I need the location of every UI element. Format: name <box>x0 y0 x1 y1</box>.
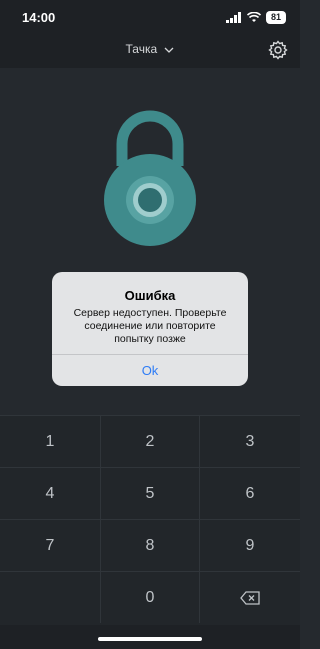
status-bar: 14:00 81 <box>0 0 300 34</box>
status-icons: 81 <box>226 10 286 24</box>
status-time: 14:00 <box>22 10 56 25</box>
gear-icon[interactable] <box>268 40 288 60</box>
alert-message: Сервер недоступен. Проверьте соединение … <box>73 307 227 345</box>
chevron-down-icon <box>165 47 174 53</box>
wifi-icon <box>247 11 261 22</box>
header: Тачка <box>0 34 300 68</box>
key-7[interactable]: 7 <box>0 519 100 571</box>
signal-icon <box>226 11 241 23</box>
backspace-button[interactable] <box>200 571 300 623</box>
key-8[interactable]: 8 <box>100 519 200 571</box>
battery-icon: 81 <box>266 10 286 24</box>
lock-icon <box>104 110 196 246</box>
key-5[interactable]: 5 <box>100 467 200 519</box>
vehicle-selector[interactable]: Тачка <box>0 42 300 56</box>
alert-title: Ошибка <box>124 288 176 303</box>
key-3[interactable]: 3 <box>200 415 300 467</box>
key-4[interactable]: 4 <box>0 467 100 519</box>
key-9[interactable]: 9 <box>200 519 300 571</box>
ok-button[interactable]: Ok <box>52 355 248 386</box>
key-empty <box>0 571 100 623</box>
backspace-icon <box>240 590 260 605</box>
key-0[interactable]: 0 <box>100 571 200 623</box>
key-6[interactable]: 6 <box>200 467 300 519</box>
header-title: Тачка <box>125 42 158 56</box>
error-alert: Ошибка Сервер недоступен. Проверьте соед… <box>52 272 248 386</box>
key-1[interactable]: 1 <box>0 415 100 467</box>
home-indicator[interactable] <box>98 637 202 641</box>
keypad: 1 2 3 4 5 6 7 8 9 0 <box>0 415 300 625</box>
key-2[interactable]: 2 <box>100 415 200 467</box>
